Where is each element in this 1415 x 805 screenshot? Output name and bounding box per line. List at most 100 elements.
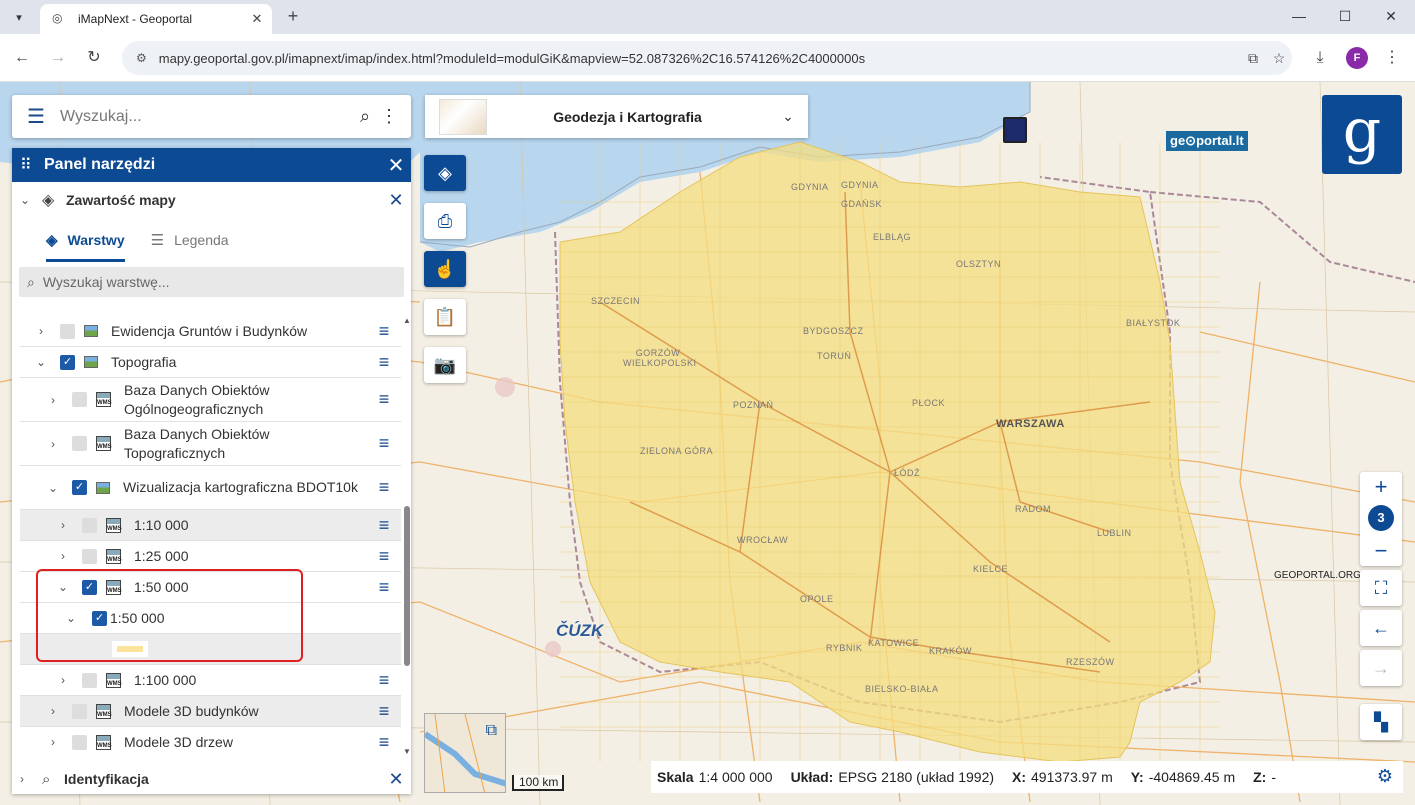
layer-search-input[interactable]: ⌕ Wyszukaj warstwę... [19, 267, 404, 297]
clipboard-button[interactable]: 📋 [424, 299, 466, 335]
browser-menu-icon[interactable]: ⋮ [1380, 46, 1404, 70]
screenshot-button[interactable]: 📷 [424, 347, 466, 383]
basemap-button[interactable]: ▚ [1360, 704, 1402, 740]
layer-checkbox[interactable] [82, 548, 97, 564]
url-omnibox[interactable]: ⚙ mapy.geoportal.gov.pl/imapnext/imap/in… [122, 41, 1292, 75]
chevron-right-icon[interactable]: › [46, 735, 60, 749]
new-tab-icon[interactable]: + [282, 5, 304, 27]
layer-checkbox[interactable]: ✓ [72, 480, 87, 495]
layers-tool-button[interactable]: ◈ [424, 155, 466, 191]
layer-menu-icon[interactable]: ≡ [373, 577, 395, 598]
section-close-icon[interactable]: ✕ [381, 190, 411, 211]
layer-row[interactable]: ⌄ ✓ Wizualizacja kartograficzna BDOT10k … [20, 466, 401, 510]
tab-close-icon[interactable]: ✕ [248, 11, 266, 27]
layer-row[interactable]: › WMS 1:10 000 ≡ [20, 510, 401, 541]
history-back-button[interactable]: ← [1360, 610, 1402, 646]
site-info-icon[interactable]: ⚙ [136, 51, 147, 65]
reload-icon[interactable]: ↻ [82, 46, 106, 70]
layer-menu-icon[interactable]: ≡ [373, 546, 395, 567]
layer-menu-icon[interactable]: ≡ [373, 389, 395, 410]
chevron-down-icon[interactable]: ⌄ [768, 108, 808, 125]
layer-row[interactable]: › WMS Baza Danych Obiektów Ogólnogeograf… [20, 378, 401, 422]
layer-menu-icon[interactable]: ≡ [373, 515, 395, 536]
history-forward-button[interactable]: → [1360, 650, 1402, 686]
layer-menu-icon[interactable]: ≡ [373, 701, 395, 722]
more-options-icon[interactable]: ⋮ [377, 106, 401, 127]
chevron-down-icon[interactable]: ⌄ [20, 193, 42, 207]
tab-layers[interactable]: ◈ Warstwy [46, 218, 125, 262]
chevron-down-icon[interactable]: ⌄ [34, 355, 48, 369]
profile-avatar[interactable]: F [1346, 47, 1368, 69]
layer-menu-icon[interactable]: ≡ [373, 477, 395, 498]
layer-checkbox[interactable] [72, 703, 87, 719]
cuzk-logo[interactable]: ČÚZK [556, 621, 603, 641]
window-close-icon[interactable]: ✕ [1368, 0, 1414, 32]
chevron-right-icon[interactable]: › [20, 772, 42, 786]
layer-tree-scrollbar[interactable]: ▲ ▼ [403, 316, 411, 756]
chevron-right-icon[interactable]: › [46, 704, 60, 718]
chevron-right-icon[interactable]: › [56, 673, 70, 687]
geoportal-logo[interactable]: g [1322, 95, 1402, 174]
browser-tab[interactable]: ◎ iMapNext - Geoportal ✕ [40, 4, 272, 34]
settings-gear-icon[interactable]: ⚙ [1377, 766, 1393, 787]
layer-checkbox[interactable] [82, 672, 97, 688]
layer-menu-icon[interactable]: ≡ [373, 670, 395, 691]
chevron-right-icon[interactable]: › [56, 518, 70, 532]
layer-menu-icon[interactable]: ≡ [373, 732, 395, 753]
layer-row[interactable]: › WMS 1:25 000 ≡ [20, 541, 401, 572]
layer-row[interactable]: › WMS Baza Danych Obiektów Topograficzny… [20, 422, 401, 466]
chevron-right-icon[interactable]: › [56, 549, 70, 563]
layer-checkbox[interactable] [72, 734, 87, 750]
layer-checkbox[interactable]: ✓ [60, 354, 75, 370]
zoom-out-button[interactable]: − [1360, 536, 1402, 566]
layer-checkbox[interactable] [60, 323, 75, 339]
theme-selector[interactable]: Geodezja i Kartografia ⌄ [425, 95, 808, 138]
chevron-right-icon[interactable]: › [34, 324, 48, 338]
overview-minimap[interactable]: ⧉ [424, 713, 506, 793]
layer-checkbox[interactable] [72, 436, 87, 451]
minimize-icon[interactable]: — [1276, 0, 1322, 32]
layer-row[interactable]: ⌄ ✓ Topografia ≡ [20, 347, 401, 378]
identify-close-icon[interactable]: ✕ [381, 769, 411, 790]
layer-row[interactable]: › Ewidencja Gruntów i Budynków ≡ [20, 316, 401, 347]
url-text[interactable]: mapy.geoportal.gov.pl/imapnext/imap/inde… [159, 51, 1240, 66]
zoom-in-button[interactable]: + [1360, 472, 1402, 502]
install-app-icon[interactable]: ⧉ [1240, 50, 1266, 67]
chevron-right-icon[interactable]: › [46, 437, 60, 451]
back-icon[interactable]: ← [10, 46, 34, 70]
layer-menu-icon[interactable]: ≡ [373, 433, 395, 454]
tab-search-chevron-icon[interactable]: ▾ [8, 6, 30, 28]
chevron-down-icon[interactable]: ⌄ [46, 481, 60, 495]
geoportal-ru-logo[interactable] [1003, 117, 1027, 143]
scroll-up-icon[interactable]: ▲ [403, 316, 411, 325]
layer-row[interactable]: › WMS Modele 3D drzew ≡ [20, 727, 401, 756]
identify-section-header[interactable]: › ⌕ Identyfikacja ✕ [12, 764, 411, 794]
geoportal-lt-logo[interactable]: ge⊙portal.lt [1166, 131, 1248, 151]
panel-close-icon[interactable]: ✕ [381, 153, 411, 178]
bookmark-star-icon[interactable]: ☆ [1266, 50, 1292, 67]
tab-legend[interactable]: ☰ Legenda [151, 218, 229, 262]
scroll-down-icon[interactable]: ▼ [403, 747, 411, 756]
layer-checkbox[interactable] [72, 392, 87, 407]
download-icon[interactable]: ⤓ [1308, 46, 1332, 70]
maximize-icon[interactable]: ☐ [1322, 0, 1368, 32]
hamburger-menu-icon[interactable]: ☰ [12, 104, 60, 129]
map-content-section-header[interactable]: ⌄ ◈ Zawartość mapy ✕ [12, 182, 411, 218]
search-icon[interactable]: ⌕ [353, 106, 377, 127]
layer-row[interactable]: › WMS 1:100 000 ≡ [20, 665, 401, 696]
scale-value[interactable]: 1:4 000 000 [699, 769, 773, 785]
fullscreen-button[interactable]: ⛶ [1360, 570, 1402, 606]
pointer-tool-button[interactable]: ☝ [424, 251, 466, 287]
crs-value[interactable]: EPSG 2180 (układ 1992) [838, 769, 994, 785]
external-link-icon[interactable]: ⧉ [486, 722, 497, 740]
forward-icon[interactable]: → [46, 46, 70, 70]
layer-menu-icon[interactable]: ≡ [373, 352, 395, 373]
geoportal-org-logo[interactable]: GEOPORTAL.ORG [1274, 570, 1361, 581]
layer-checkbox[interactable] [82, 517, 97, 533]
scrollbar-thumb[interactable] [404, 506, 410, 666]
chevron-right-icon[interactable]: › [46, 393, 60, 407]
search-input[interactable]: Wyszukaj... [60, 108, 353, 126]
layer-row[interactable]: › WMS Modele 3D budynków ≡ [20, 696, 401, 727]
layer-menu-icon[interactable]: ≡ [373, 321, 395, 342]
print-button[interactable]: ⎙ [424, 203, 466, 239]
